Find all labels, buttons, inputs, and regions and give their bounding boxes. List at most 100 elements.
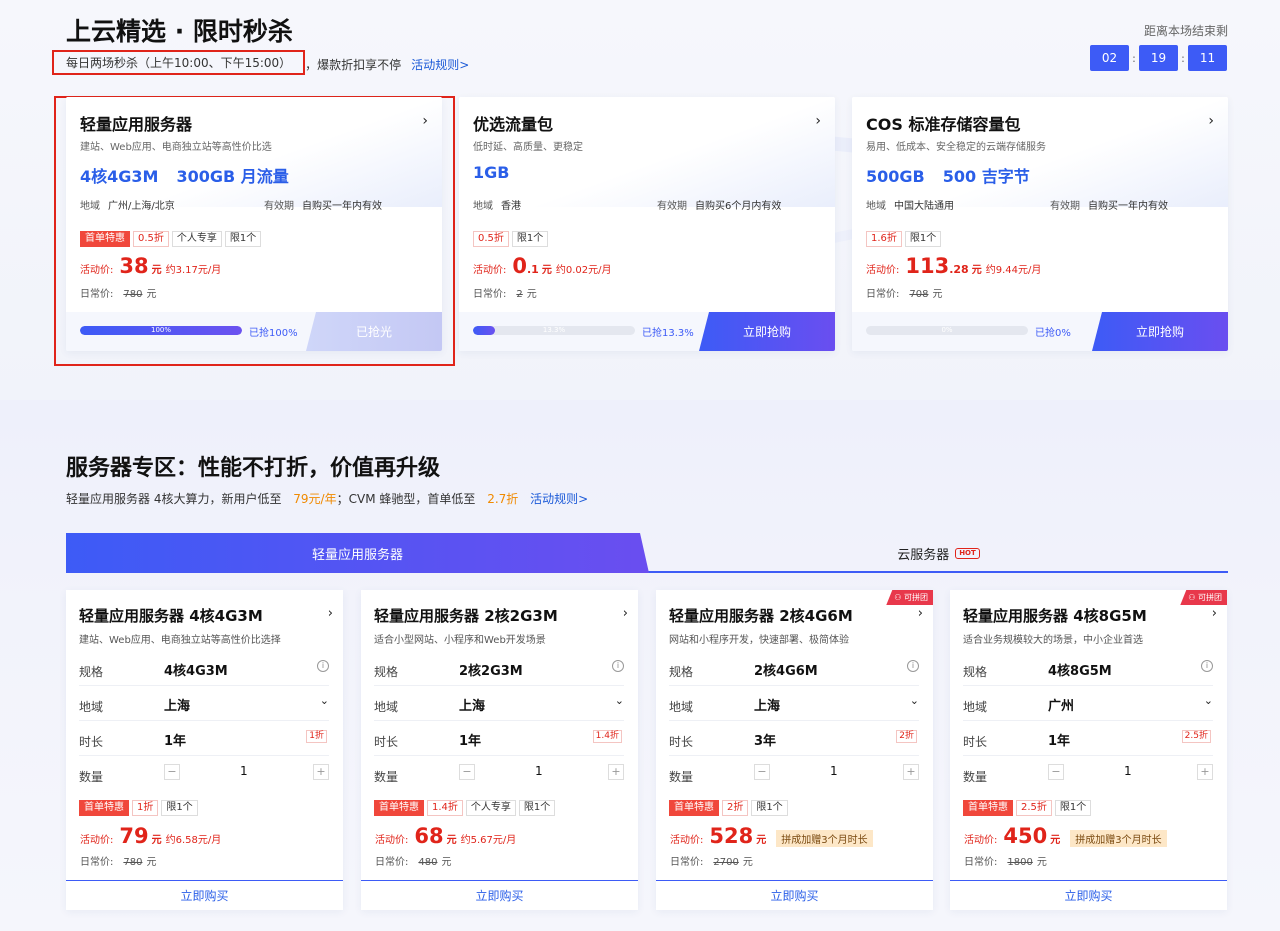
duration-row: 时长 1年 1折 (79, 724, 329, 756)
region-row[interactable]: 地域 上海 ⌄ (374, 689, 624, 721)
region-row[interactable]: 地域 广州 ⌄ (963, 689, 1213, 721)
countdown-seconds: 11 (1188, 45, 1227, 71)
spec-value: 2核2G3M (459, 664, 523, 679)
quantity-row: 数量 − 1 + (963, 759, 1213, 791)
countdown-hours: 02 (1090, 45, 1129, 71)
promo-tag: 限1个 (224, 231, 262, 247)
buy-button[interactable]: 立即购买 (361, 880, 638, 910)
countdown-timer: 02 : 19 : 11 (1090, 45, 1227, 71)
card-description: 网站和小程序开发，快速部署、极简体验 (669, 635, 849, 646)
tab-lighthouse[interactable]: 轻量应用服务器 (66, 533, 649, 573)
buy-now-button[interactable]: 已抢光 (306, 312, 442, 351)
buy-button[interactable]: 立即购买 (656, 880, 933, 910)
promo-tag: 限1个 (518, 800, 556, 816)
server-card[interactable]: 轻量应用服务器 4核4G3M › 建站、Web应用、电商独立站等高性价比选择 规… (66, 590, 343, 910)
chevron-right-icon[interactable]: › (1212, 606, 1217, 621)
info-icon[interactable]: i (907, 660, 919, 672)
tag-list: 1.6折 限1个 (866, 231, 942, 247)
gift-badge: 拼成加赠3个月时长 (776, 830, 873, 847)
promo-tag: 首单特惠 (374, 800, 424, 816)
flash-card[interactable]: 优选流量包 › 低时延、高质量、更稳定 1GB 地域 香港 有效期 自购买6个月内有… (459, 97, 835, 351)
region-select[interactable]: 上海 (459, 695, 485, 714)
quantity-value[interactable]: 1 (830, 764, 838, 778)
activity-price: 活动价: 68 元 约5.67元/月 (375, 824, 517, 848)
flash-sale-title: 上云精选 · 限时秒杀 (66, 17, 293, 46)
quantity-value[interactable]: 1 (240, 764, 248, 778)
region-row[interactable]: 地域 上海 ⌄ (669, 689, 919, 721)
minus-button[interactable]: − (1048, 764, 1064, 780)
progress-bar: 13.3% (473, 326, 635, 335)
chevron-right-icon[interactable]: › (623, 606, 628, 621)
flash-rules-link[interactable]: 活动规则> (411, 56, 469, 73)
tag-list: 首单特惠 0.5折 个人专享 限1个 (80, 231, 262, 247)
card-description: 适合小型网站、小程序和Web开发场景 (374, 635, 546, 646)
region-select[interactable]: 广州 (1048, 695, 1074, 714)
duration-row: 时长 1年 1.4折 (374, 724, 624, 756)
quantity-row: 数量 − 1 + (374, 759, 624, 791)
promo-discount: 2.7折 (487, 492, 519, 506)
spec-row: 规格 2核4G6M i (669, 654, 919, 686)
daily-price: 日常价: 780 元 (80, 289, 157, 300)
server-rules-link[interactable]: 活动规则> (530, 492, 588, 506)
spec-row: 规格 2核2G3M i (374, 654, 624, 686)
card-title: 轻量应用服务器 (80, 115, 193, 134)
chevron-down-icon[interactable]: ⌄ (615, 694, 624, 707)
promo-tag: 1.4折 (427, 800, 463, 816)
flash-sale-subtitle: 每日两场秒杀（上午10:00、下午15:00） ，爆款折扣享不停 活动规则> (52, 50, 469, 75)
buy-now-button[interactable]: 立即抢购 (699, 312, 835, 351)
tag-list: 首单特惠 2.5折 限1个 (963, 800, 1092, 816)
chevron-down-icon[interactable]: ⌄ (1204, 694, 1213, 707)
server-card[interactable]: ⚇ 可拼团 轻量应用服务器 2核4G6M › 网站和小程序开发，快速部署、极简体… (656, 590, 933, 910)
region-select[interactable]: 上海 (754, 695, 780, 714)
chevron-right-icon[interactable]: › (422, 113, 428, 129)
tag-list: 首单特惠 1.4折 个人专享 限1个 (374, 800, 556, 816)
card-title: 轻量应用服务器 4核8G5M (963, 607, 1147, 625)
promo-price: 79元/年 (293, 492, 337, 506)
promo-tag: 首单特惠 (963, 800, 1013, 816)
minus-button[interactable]: − (459, 764, 475, 780)
spec-value: 2核4G6M (754, 664, 818, 679)
flash-card[interactable]: COS 标准存储容量包 › 易用、低成本、安全稳定的云端存储服务 500GB 50… (852, 97, 1228, 351)
buy-now-button[interactable]: 立即抢购 (1092, 312, 1228, 351)
chevron-down-icon[interactable]: ⌄ (910, 694, 919, 707)
minus-button[interactable]: − (754, 764, 770, 780)
quantity-stepper: − 1 + (754, 764, 919, 780)
card-description: 建站、Web应用、电商独立站等高性价比选 (80, 142, 272, 153)
buy-button[interactable]: 立即购买 (66, 880, 343, 910)
promo-tag: 限1个 (511, 231, 549, 247)
countdown-label: 距离本场结束剩 (1143, 24, 1228, 38)
tag-list: 首单特惠 2折 限1个 (669, 800, 788, 816)
duration-row: 时长 3年 2折 (669, 724, 919, 756)
flash-card[interactable]: 轻量应用服务器 › 建站、Web应用、电商独立站等高性价比选 4核4G3M 300… (66, 97, 442, 351)
info-icon[interactable]: i (317, 660, 329, 672)
server-card[interactable]: ⚇ 可拼团 轻量应用服务器 4核8G5M › 适合业务规模较大的场景，中小企业首… (950, 590, 1227, 910)
chevron-down-icon[interactable]: ⌄ (320, 694, 329, 707)
region-row[interactable]: 地域 上海 ⌄ (79, 689, 329, 721)
quantity-value[interactable]: 1 (1124, 764, 1132, 778)
validity-value: 自购买一年内有效 (1088, 201, 1168, 212)
tab-cvm[interactable]: 云服务器 HOT (649, 533, 1228, 573)
promo-tag: 1.6折 (866, 231, 902, 247)
chevron-right-icon[interactable]: › (1208, 113, 1214, 129)
server-card[interactable]: 轻量应用服务器 2核2G3M › 适合小型网站、小程序和Web开发场景 规格 2… (361, 590, 638, 910)
chevron-right-icon[interactable]: › (918, 606, 923, 621)
minus-button[interactable]: − (164, 764, 180, 780)
chevron-right-icon[interactable]: › (328, 606, 333, 621)
buy-button[interactable]: 立即购买 (950, 880, 1227, 910)
spec-value: 4核8G5M (1048, 664, 1112, 679)
card-description: 易用、低成本、安全稳定的云端存储服务 (866, 142, 1046, 153)
info-icon[interactable]: i (612, 660, 624, 672)
chevron-right-icon[interactable]: › (815, 113, 821, 129)
plus-button[interactable]: + (903, 764, 919, 780)
quantity-value[interactable]: 1 (535, 764, 543, 778)
plus-button[interactable]: + (608, 764, 624, 780)
progress-bar: 100% (80, 326, 242, 335)
quantity-stepper: − 1 + (1048, 764, 1213, 780)
promo-tag: 首单特惠 (669, 800, 719, 816)
info-icon[interactable]: i (1201, 660, 1213, 672)
activity-price: 活动价: 0.1 元 约0.02元/月 (473, 254, 612, 278)
plus-button[interactable]: + (313, 764, 329, 780)
plus-button[interactable]: + (1197, 764, 1213, 780)
region-select[interactable]: 上海 (164, 695, 190, 714)
activity-price: 活动价: 79 元 约6.58元/月 (80, 824, 222, 848)
